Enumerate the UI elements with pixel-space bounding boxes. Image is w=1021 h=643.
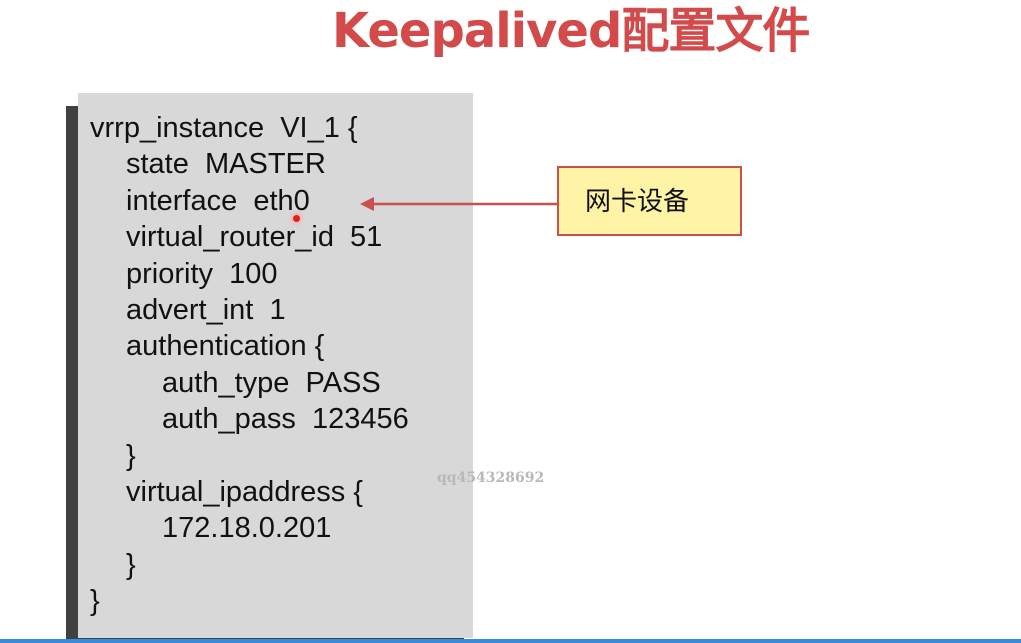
laser-pointer-dot (293, 215, 300, 222)
callout-box: 网卡设备 (557, 166, 742, 236)
config-code-block: vrrp_instance VI_1 { state MASTER interf… (90, 110, 409, 619)
config-line: 172.18.0.201 (162, 512, 332, 545)
config-line: advert_int 1 (126, 293, 286, 326)
config-line: authentication { (126, 330, 325, 363)
config-line: virtual_router_id 51 (126, 221, 383, 254)
config-line: } (90, 585, 100, 618)
config-line: auth_type PASS (162, 366, 381, 399)
config-line: auth_pass 123456 (162, 403, 409, 436)
callout-label: 网卡设备 (585, 187, 690, 217)
config-line: state MASTER (126, 148, 326, 181)
config-line: virtual_ipaddress { (126, 475, 363, 508)
bottom-progress-bar (0, 639, 1021, 643)
config-line: } (126, 548, 136, 581)
slide-title: Keepalived配置文件 (332, 3, 810, 59)
callout-arrow (360, 197, 558, 211)
watermark: qq454328692 (437, 470, 545, 486)
config-line: vrrp_instance VI_1 { (90, 112, 358, 144)
config-line: } (126, 439, 136, 472)
config-line: priority 100 (126, 257, 278, 290)
